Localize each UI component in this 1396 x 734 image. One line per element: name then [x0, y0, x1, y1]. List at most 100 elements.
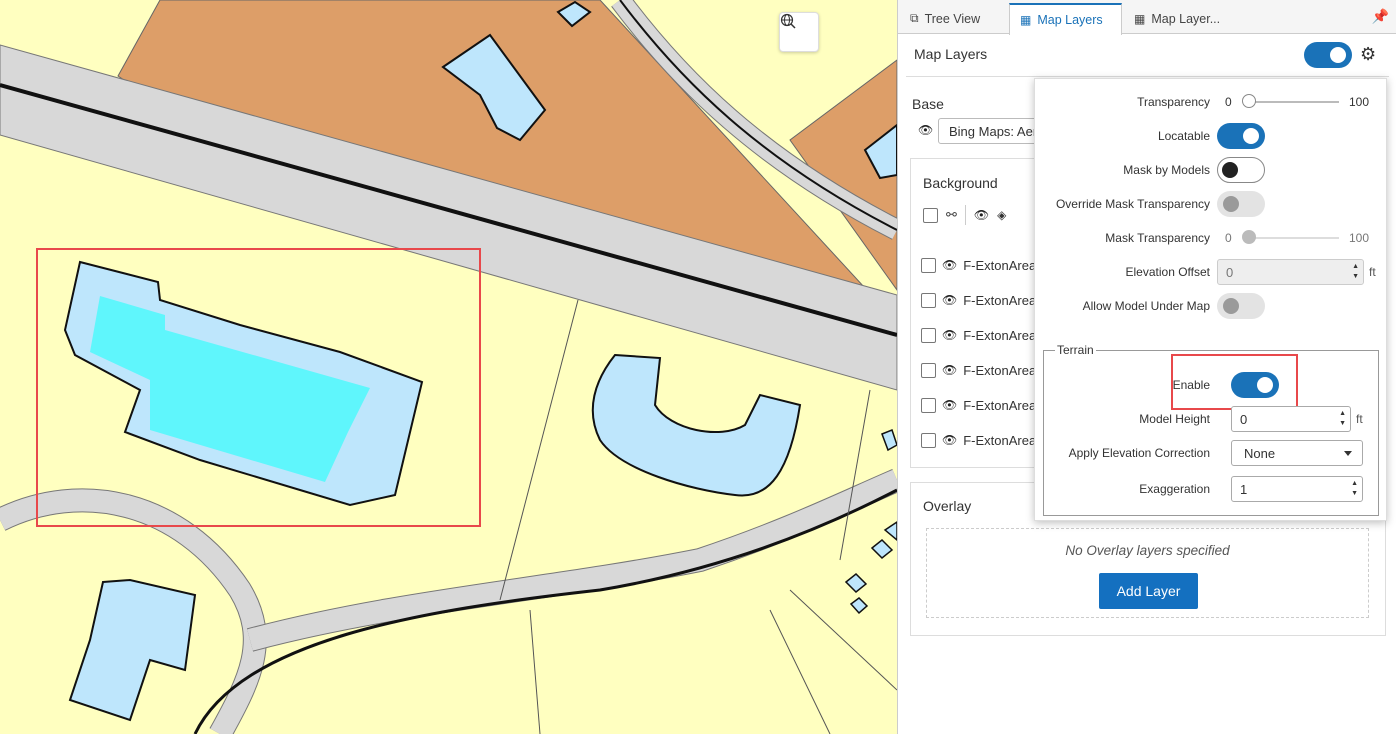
panel-tab-bar: ⧉ Tree View ▦ Map Layers ▦ Map Layer... …: [898, 0, 1396, 35]
apply-elevation-correction-row: Apply Elevation Correction None: [1035, 440, 1388, 466]
tab-map-layer-settings[interactable]: ▦ Map Layer...: [1124, 3, 1244, 34]
background-layer-item[interactable]: 👁 F-ExtonArea: [921, 360, 1041, 380]
elevation-offset-input[interactable]: 0 ▲ ▼: [1217, 259, 1364, 285]
tab-map-layers[interactable]: ▦ Map Layers: [1009, 3, 1122, 35]
map-layers-toggle[interactable]: [1304, 42, 1352, 68]
layer-name: F-ExtonArea: [963, 292, 1037, 308]
layer-checkbox[interactable]: [921, 292, 936, 308]
base-map-select[interactable]: Bing Maps: Aerial: [938, 118, 1048, 144]
terrain-enable-highlight: [1171, 354, 1298, 410]
globe-search-icon: [780, 13, 796, 29]
eye-icon[interactable]: 👁: [942, 258, 957, 272]
map-view[interactable]: [0, 0, 897, 734]
tab-tree-view[interactable]: ⧉ Tree View: [900, 3, 1008, 34]
model-height-label: Model Height: [1139, 412, 1210, 426]
detach-icon[interactable]: ⚯: [946, 207, 957, 223]
background-toolbar: ⚯ 👁 ◈: [923, 205, 1006, 225]
visibility-toggle-icon[interactable]: ◈: [997, 208, 1006, 222]
select-all-checkbox[interactable]: [923, 207, 938, 223]
mask-by-models-row: Mask by Models: [1035, 157, 1388, 183]
model-height-input[interactable]: 0 ▲ ▼: [1231, 406, 1351, 432]
mask-transparency-slider[interactable]: 0 100: [1225, 230, 1375, 246]
map-layers-icon: ▦: [1020, 13, 1032, 27]
layer-checkbox[interactable]: [921, 327, 936, 343]
eye-icon[interactable]: 👁: [942, 328, 957, 342]
background-layer-item[interactable]: 👁 F-ExtonArea: [921, 395, 1041, 415]
elevation-offset-unit: ft: [1369, 265, 1376, 279]
allow-model-under-map-label: Allow Model Under Map: [1082, 299, 1210, 313]
chevron-down-icon: [1344, 451, 1352, 456]
transparency-label: Transparency: [1137, 95, 1210, 109]
elevation-offset-label: Elevation Offset: [1125, 265, 1211, 279]
add-layer-button[interactable]: Add Layer: [1099, 573, 1198, 609]
mask-by-models-toggle[interactable]: [1217, 157, 1265, 183]
mask-transparency-label: Mask Transparency: [1105, 231, 1210, 245]
background-layer-item[interactable]: 👁 F-ExtonArea: [921, 325, 1041, 345]
overlay-drop-area: No Overlay layers specified Add Layer: [926, 528, 1369, 618]
spinner-icon[interactable]: ▲ ▼: [1351, 479, 1358, 499]
map-layer-icon: ▦: [1134, 11, 1146, 26]
exaggeration-row: Exaggeration 1 ▲ ▼: [1035, 476, 1388, 502]
apply-elevation-correction-value: None: [1244, 446, 1276, 461]
tab-label: Map Layer...: [1151, 11, 1221, 26]
pin-icon[interactable]: 📌: [1372, 8, 1389, 25]
model-height-unit: ft: [1356, 412, 1363, 426]
exaggeration-value: 1: [1240, 482, 1248, 497]
background-section-label: Background: [923, 175, 998, 191]
slider-thumb[interactable]: [1242, 94, 1256, 108]
override-mask-transparency-label: Override Mask Transparency: [1055, 197, 1210, 211]
background-layer-item[interactable]: 👁 F-ExtonArea: [921, 290, 1041, 310]
map-globe-button[interactable]: [779, 12, 819, 52]
tree-icon: ⧉: [910, 11, 919, 25]
apply-elevation-correction-select[interactable]: None: [1231, 440, 1363, 466]
tab-label: Map Layers: [1037, 13, 1103, 27]
transparency-slider[interactable]: 0 100: [1225, 94, 1375, 110]
eye-icon[interactable]: 👁: [942, 433, 957, 447]
no-overlay-message: No Overlay layers specified: [1065, 543, 1230, 558]
background-section: Background ⚯ 👁 ◈ 👁 F-ExtonArea 👁 F-Exton…: [910, 158, 1040, 468]
layer-checkbox[interactable]: [921, 257, 936, 273]
allow-model-under-map-toggle[interactable]: [1217, 293, 1265, 319]
exaggeration-label: Exaggeration: [1139, 482, 1210, 496]
header-divider: [906, 76, 1389, 77]
locatable-row: Locatable: [1035, 123, 1388, 149]
override-mask-transparency-row: Override Mask Transparency: [1035, 191, 1388, 217]
transparency-row: Transparency 0 100: [1035, 89, 1388, 115]
spinner-icon[interactable]: ▲ ▼: [1352, 262, 1359, 282]
locatable-toggle[interactable]: [1217, 123, 1265, 149]
apply-elevation-correction-label: Apply Elevation Correction: [1068, 446, 1210, 460]
exaggeration-input[interactable]: 1 ▲ ▼: [1231, 476, 1363, 502]
terrain-legend: Terrain: [1055, 343, 1096, 357]
eye-icon[interactable]: 👁: [974, 208, 989, 222]
eye-icon[interactable]: 👁: [942, 398, 957, 412]
gear-icon[interactable]: ⚙: [1360, 44, 1376, 65]
eye-icon[interactable]: 👁: [942, 363, 957, 377]
eye-icon[interactable]: 👁: [918, 123, 933, 137]
panel-title: Map Layers: [914, 46, 988, 62]
background-layer-item[interactable]: 👁 F-ExtonArea: [921, 430, 1041, 450]
elevation-offset-row: Elevation Offset 0 ▲ ▼ ft: [1035, 259, 1388, 285]
overlay-section-label: Overlay: [923, 498, 972, 514]
spinner-icon[interactable]: ▲ ▼: [1339, 409, 1346, 429]
mask-transparency-row: Mask Transparency 0 100: [1035, 225, 1388, 251]
model-height-row: Model Height 0 ▲ ▼ ft: [1035, 406, 1388, 432]
slider-thumb[interactable]: [1242, 230, 1256, 244]
layer-checkbox[interactable]: [921, 362, 936, 378]
elevation-offset-value: 0: [1226, 265, 1234, 280]
slider-max: 100: [1349, 231, 1370, 245]
slider-track: [1247, 237, 1339, 239]
locatable-label: Locatable: [1157, 129, 1210, 143]
layer-name: F-ExtonArea: [963, 257, 1037, 273]
toolbar-divider: [964, 205, 966, 225]
eye-icon[interactable]: 👁: [942, 293, 957, 307]
layer-settings-popup: Transparency 0 100 Locatable Mask by Mod…: [1034, 78, 1387, 521]
override-mask-transparency-toggle[interactable]: [1217, 191, 1265, 217]
slider-min: 0: [1225, 95, 1232, 109]
layer-name: F-ExtonArea: [963, 397, 1037, 413]
slider-min: 0: [1225, 231, 1232, 245]
layer-checkbox[interactable]: [921, 432, 936, 448]
model-height-value: 0: [1240, 412, 1248, 427]
background-layer-item[interactable]: 👁 F-ExtonArea: [921, 255, 1041, 275]
slider-max: 100: [1349, 95, 1370, 109]
layer-checkbox[interactable]: [921, 397, 936, 413]
